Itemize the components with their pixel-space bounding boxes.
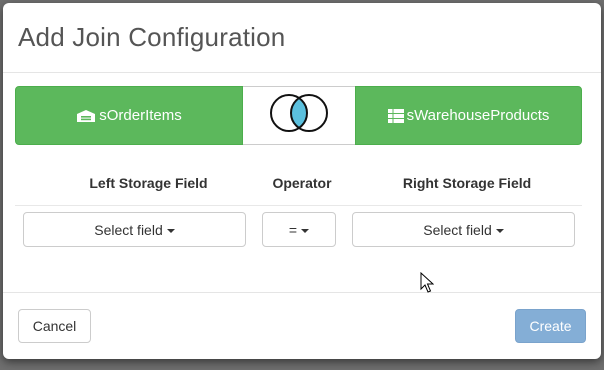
right-storage-button[interactable]: sWarehouseProducts — [355, 86, 582, 145]
dialog-footer: Cancel Create — [3, 292, 601, 356]
operator-header: Operator — [272, 175, 332, 191]
operator-select[interactable]: = — [262, 212, 336, 247]
right-field-header: Right Storage Field — [402, 175, 532, 191]
create-button[interactable]: Create — [515, 309, 586, 343]
left-storage-button[interactable]: sOrderItems — [15, 86, 243, 145]
caret-down-icon — [301, 228, 310, 233]
left-storage-label: sOrderItems — [99, 107, 182, 124]
dialog-header: Add Join Configuration — [3, 3, 601, 73]
field-headers: Left Storage Field Operator Right Storag… — [15, 166, 582, 206]
venn-inner-join-icon — [263, 91, 335, 140]
join-type-selector[interactable] — [243, 86, 355, 145]
storage-icon — [76, 109, 96, 123]
dialog-title: Add Join Configuration — [18, 22, 286, 52]
left-field-header: Left Storage Field — [89, 175, 208, 191]
right-field-select[interactable]: Select field — [352, 212, 575, 247]
table-icon — [387, 108, 404, 123]
left-field-select-label: Select field — [94, 221, 163, 238]
join-bar: sOrderItems sWarehouseProducts — [15, 86, 582, 145]
mouse-pointer-icon — [420, 271, 435, 299]
right-field-select-label: Select field — [423, 221, 492, 238]
right-storage-label: sWarehouseProducts — [406, 107, 550, 124]
left-field-select[interactable]: Select field — [23, 212, 246, 247]
caret-down-icon — [495, 228, 504, 233]
cancel-button[interactable]: Cancel — [18, 309, 91, 343]
caret-down-icon — [166, 228, 175, 233]
operator-select-label: = — [288, 221, 298, 238]
